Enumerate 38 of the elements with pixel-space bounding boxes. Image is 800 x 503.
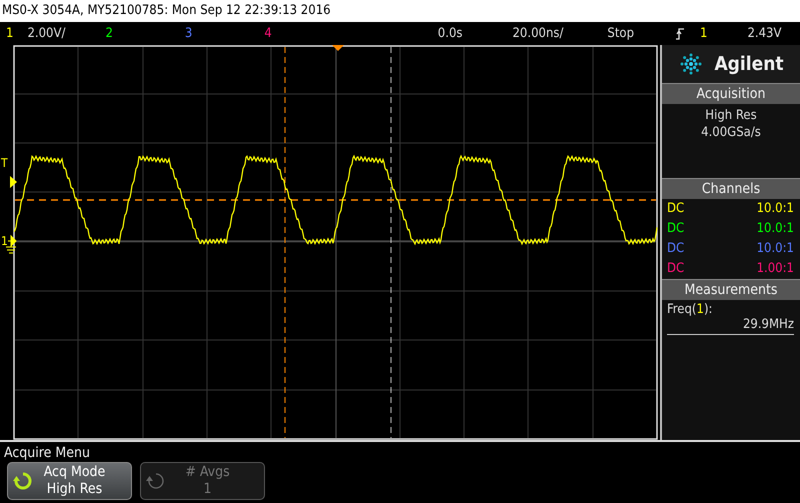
trigger-level: 2.43V <box>747 26 782 41</box>
trigger-marker: T <box>1 157 8 169</box>
menu-title: Acquire Menu <box>4 445 90 461</box>
channel-label[interactable]: 2 <box>105 26 113 41</box>
acquisition-mode: High Res <box>705 108 757 123</box>
window-title: MS0-X 3054A, MY52100785: Mon Sep 12 22:39:13 2016 <box>2 3 331 18</box>
probe-ratio: 10.0:1 <box>756 220 794 238</box>
spark-logo-icon <box>678 51 704 77</box>
channel-label[interactable]: 4 <box>264 26 272 41</box>
probe-ratio: 10.0:1 <box>756 200 794 218</box>
channel-marker: 1 <box>1 235 8 247</box>
section-header: Measurements <box>662 279 800 300</box>
trigger-level-icon <box>10 176 17 188</box>
section-header: Channels <box>662 178 800 199</box>
section-header: Acquisition <box>662 83 800 104</box>
channel-scale: 2.00V/ <box>27 26 66 41</box>
sample-rate: 4.00GSa/s <box>701 125 761 140</box>
brand-name: Agilent <box>714 53 784 75</box>
delay-value: 0.0s <box>438 26 462 41</box>
softkey[interactable]: Acq Mode High Res <box>7 462 132 500</box>
rising-edge-icon <box>676 28 684 40</box>
probe-ratio: 1.00:1 <box>756 260 794 278</box>
channel-coupling: DC <box>667 260 684 278</box>
cycle-arrow-icon <box>146 471 166 491</box>
cycle-arrow-icon <box>13 471 33 491</box>
cursor-line[interactable] <box>284 46 286 438</box>
channel-coupling: DC <box>667 200 684 218</box>
channel-label[interactable]: 3 <box>184 26 192 41</box>
run-state: Stop <box>607 26 634 41</box>
trigger-source: 1 <box>700 26 708 41</box>
channel-coupling: DC <box>667 220 684 238</box>
measurement-name: Freq(1): <box>667 302 712 317</box>
channel-coupling: DC <box>667 240 684 258</box>
probe-ratio: 10.0:1 <box>756 240 794 258</box>
channel-label[interactable]: 1 <box>6 26 14 41</box>
ground-marker-icon <box>6 236 17 254</box>
timebase-value: 20.00ns/ <box>512 26 564 41</box>
measurement-value: 29.9MHz <box>742 317 794 332</box>
